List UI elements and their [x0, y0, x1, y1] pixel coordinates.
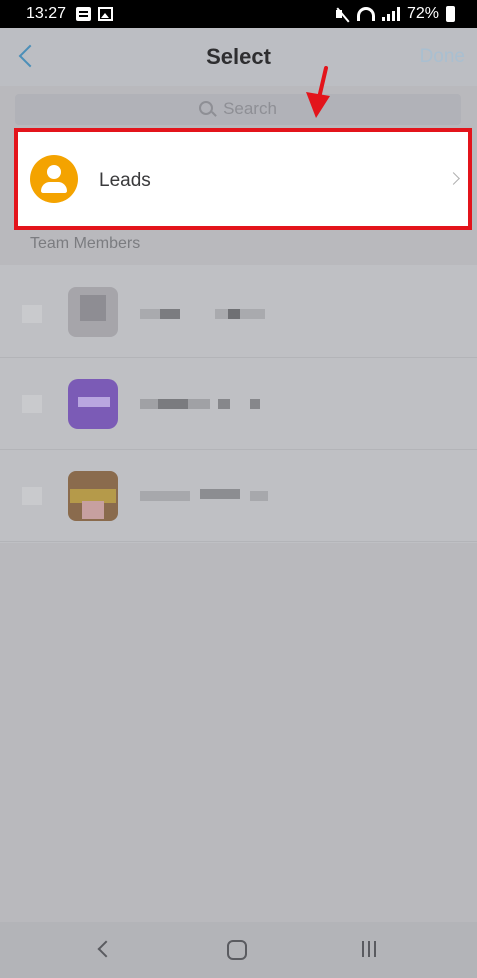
- checkbox-icon[interactable]: [22, 487, 42, 505]
- signal-icon: [381, 7, 400, 21]
- annotation-arrow-icon: [306, 66, 330, 118]
- checkbox-icon[interactable]: [22, 305, 42, 323]
- system-nav-bar: [0, 922, 477, 978]
- team-member-list: [0, 265, 477, 543]
- person-icon: [30, 155, 78, 203]
- search-input[interactable]: Search: [15, 94, 461, 125]
- status-time: 13:27: [26, 5, 67, 22]
- message-notification-icon: [76, 7, 91, 21]
- done-button[interactable]: Done: [420, 46, 465, 68]
- wifi-icon: [356, 7, 375, 21]
- nav-home-icon[interactable]: [227, 940, 247, 960]
- battery-icon: [446, 6, 455, 22]
- image-notification-icon: [98, 7, 113, 21]
- mute-icon: [334, 6, 350, 22]
- battery-percent: 72%: [406, 5, 439, 22]
- team-member-row[interactable]: [0, 449, 477, 542]
- leads-list-item[interactable]: Leads: [14, 128, 472, 230]
- app-bar: Select Done: [0, 28, 477, 86]
- search-icon: [199, 101, 214, 115]
- team-member-row[interactable]: [0, 357, 477, 450]
- team-members-header: Team Members: [30, 235, 141, 252]
- nav-recents-icon[interactable]: [362, 941, 376, 957]
- leads-label: Leads: [99, 170, 151, 191]
- checkbox-icon[interactable]: [22, 395, 42, 413]
- chevron-right-icon: [447, 172, 460, 185]
- search-placeholder: Search: [223, 99, 277, 118]
- status-bar: 13:27 72%: [0, 0, 477, 28]
- page-title: Select: [206, 44, 271, 69]
- team-member-row[interactable]: [0, 265, 477, 358]
- nav-back-icon[interactable]: [96, 942, 110, 956]
- member-name-obscured: [140, 491, 190, 501]
